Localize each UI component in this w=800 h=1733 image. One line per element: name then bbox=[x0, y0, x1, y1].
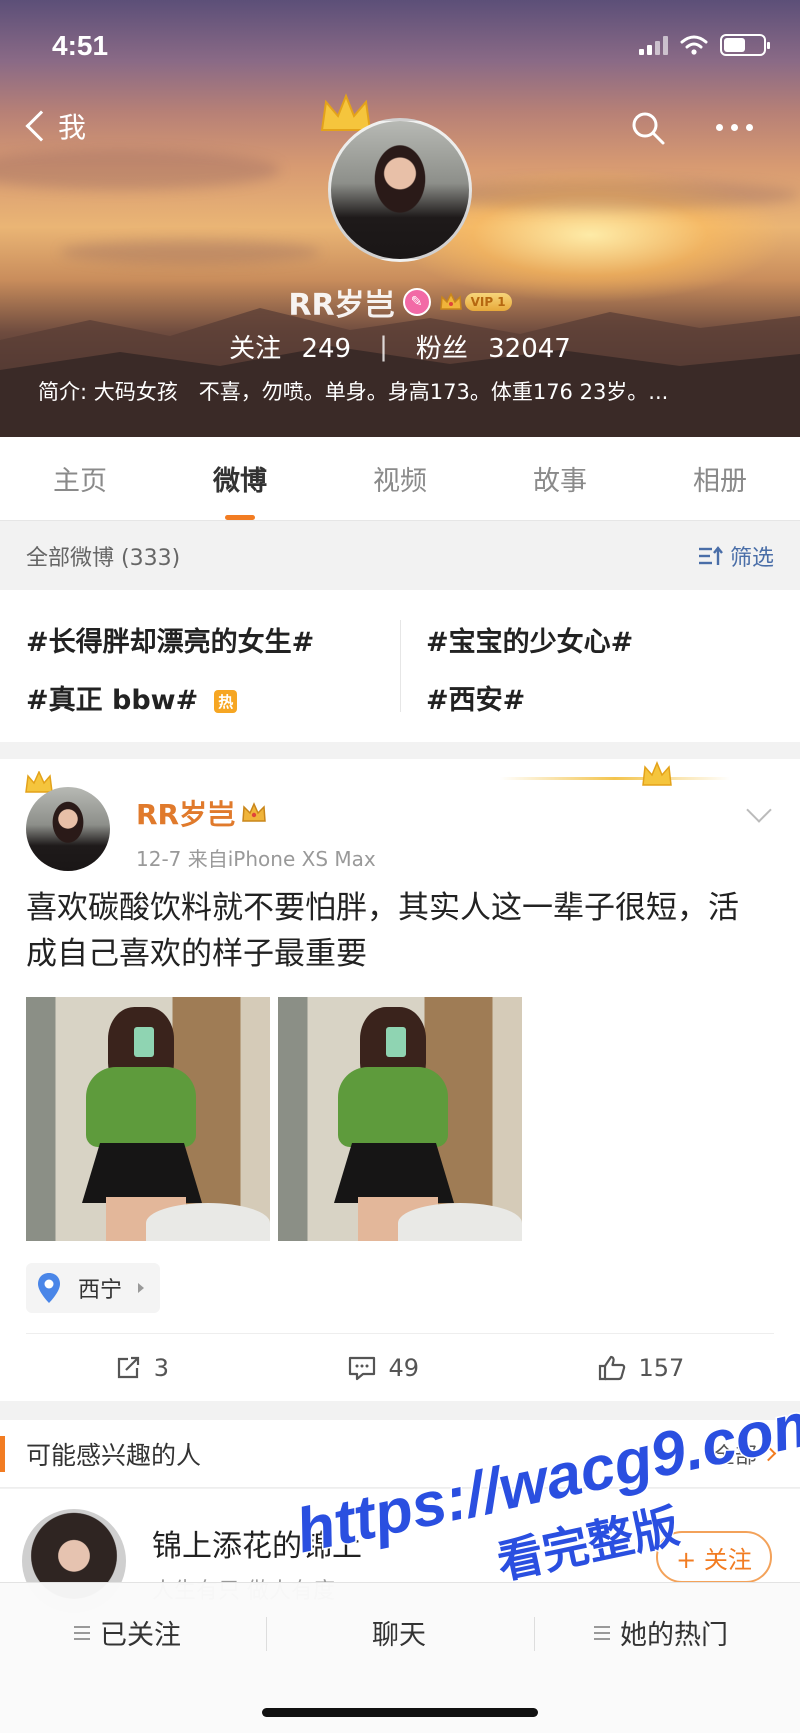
follow-button[interactable]: + 关注 bbox=[656, 1531, 772, 1583]
home-indicator[interactable] bbox=[262, 1708, 538, 1717]
post-actions: 3 49 157 bbox=[26, 1333, 774, 1401]
profile-name: RR岁岂 bbox=[288, 288, 395, 323]
vip-level: VIP 1 bbox=[464, 293, 512, 311]
bottom-divider bbox=[266, 1617, 267, 1651]
followed-button[interactable]: 已关注 bbox=[74, 1613, 181, 1652]
hot-posts-button[interactable]: 她的热门 bbox=[594, 1613, 728, 1652]
followed-label: 已关注 bbox=[100, 1620, 181, 1651]
more-icon[interactable] bbox=[716, 124, 753, 131]
profile-name-row: RR岁岂 ✎ VIP 1 bbox=[0, 280, 800, 324]
chevron-right-icon bbox=[760, 1445, 777, 1462]
signal-icon bbox=[639, 35, 668, 55]
topic-item-with-hot[interactable]: #真正 bbw# 热 bbox=[26, 678, 238, 717]
filter-label: 筛选 bbox=[729, 545, 774, 571]
topic-item[interactable]: #西安# bbox=[426, 678, 525, 717]
repost-count: 3 bbox=[153, 1353, 169, 1382]
crown-icon bbox=[642, 761, 672, 786]
recommend-header: 可能感兴趣的人 全部 bbox=[0, 1420, 800, 1488]
profile-bio[interactable]: 简介: 大码女孩 不喜，勿喷。单身。身高173。体重176 23岁。... bbox=[38, 376, 668, 406]
topic-divider bbox=[400, 620, 401, 712]
status-bar: 4:51 bbox=[0, 28, 800, 68]
comment-icon bbox=[349, 1356, 376, 1380]
repost-button[interactable]: 3 bbox=[116, 1354, 169, 1382]
search-icon[interactable] bbox=[630, 110, 666, 146]
post-meta: 12-7 来自iPhone XS Max bbox=[136, 847, 376, 871]
post-text[interactable]: 喜欢碳酸饮料就不要怕胖，其实人这一辈子很短，活成自己喜欢的样子最重要 bbox=[26, 885, 766, 977]
profile-avatar[interactable] bbox=[328, 118, 472, 262]
cloud bbox=[0, 150, 280, 190]
filter-bar: 全部微博 (333) 筛选 bbox=[0, 522, 800, 589]
follow-stats: 关注 249 | 粉丝 32047 bbox=[0, 328, 800, 365]
stat-divider: | bbox=[379, 331, 388, 362]
topic-grid: #长得胖却漂亮的女生# #宝宝的少女心# #真正 bbw# 热 #西安# bbox=[0, 590, 800, 742]
profile-avatar-wrap[interactable] bbox=[320, 93, 472, 262]
vip-card-decoration bbox=[500, 777, 730, 780]
following-label: 关注 bbox=[229, 334, 282, 364]
chat-label: 聊天 bbox=[372, 1620, 426, 1651]
location-pin-icon bbox=[38, 1273, 60, 1303]
hot-badge: 热 bbox=[214, 690, 238, 713]
cloud bbox=[60, 240, 320, 264]
followers-stat[interactable]: 粉丝 32047 bbox=[416, 328, 571, 365]
cloud bbox=[420, 180, 800, 210]
filter-button[interactable]: 筛选 bbox=[698, 540, 774, 572]
location-label: 西宁 bbox=[78, 1278, 123, 1303]
menu-icon bbox=[594, 1625, 610, 1640]
chat-button[interactable]: 聊天 bbox=[372, 1613, 426, 1652]
verified-icon: ✎ bbox=[402, 288, 431, 316]
following-count: 249 bbox=[301, 334, 352, 364]
post-author[interactable]: RR岁岂 bbox=[136, 793, 267, 833]
chevron-down-icon[interactable] bbox=[746, 797, 772, 823]
wifi-icon bbox=[680, 35, 708, 55]
battery-icon bbox=[720, 34, 770, 56]
thumbs-up-icon bbox=[599, 1355, 626, 1380]
status-icons bbox=[639, 34, 770, 56]
bottom-divider bbox=[534, 1617, 535, 1651]
vip-badge[interactable]: VIP 1 bbox=[439, 292, 512, 312]
back-button[interactable]: 我 bbox=[22, 106, 86, 146]
back-label: 我 bbox=[58, 111, 87, 144]
post-photo[interactable] bbox=[278, 997, 522, 1241]
post-photo[interactable] bbox=[26, 997, 270, 1241]
topic-item[interactable]: #长得胖却漂亮的女生# bbox=[26, 620, 314, 659]
chevron-left-icon bbox=[25, 110, 57, 142]
filter-icon bbox=[698, 545, 723, 565]
vip-crown-icon bbox=[439, 292, 462, 310]
all-posts-count: 全部微博 (333) bbox=[26, 545, 181, 571]
chevron-right-icon bbox=[138, 1283, 145, 1293]
tab-album[interactable]: 相册 bbox=[665, 459, 775, 498]
tab-weibo[interactable]: 微博 bbox=[185, 459, 295, 520]
location-tag[interactable]: 西宁 bbox=[26, 1263, 161, 1313]
menu-icon bbox=[74, 1625, 90, 1640]
like-count: 157 bbox=[638, 1353, 685, 1382]
recommend-all-button[interactable]: 全部 bbox=[712, 1438, 777, 1470]
profile-cover: 4:51 我 RR岁岂 ✎ VIP 1 关注 249 | 粉丝 32047 简介… bbox=[0, 0, 800, 437]
status-time: 4:51 bbox=[52, 30, 109, 61]
followers-label: 粉丝 bbox=[415, 334, 468, 364]
comment-count: 49 bbox=[388, 1353, 419, 1382]
topic-item[interactable]: #宝宝的少女心# bbox=[426, 620, 633, 659]
recommend-all-label: 全部 bbox=[712, 1443, 757, 1469]
following-stat[interactable]: 关注 249 bbox=[229, 328, 351, 365]
post-card: RR岁岂 12-7 来自iPhone XS Max 喜欢碳酸饮料就不要怕胖，其实… bbox=[0, 759, 800, 1401]
repost-icon bbox=[117, 1356, 139, 1378]
tab-home[interactable]: 主页 bbox=[25, 459, 135, 498]
followers-count: 32047 bbox=[488, 334, 571, 364]
profile-tabs: 主页 微博 视频 故事 相册 bbox=[0, 437, 800, 521]
recommend-title: 可能感兴趣的人 bbox=[26, 1440, 202, 1470]
like-button[interactable]: 157 bbox=[598, 1354, 684, 1382]
vip-crown-icon bbox=[242, 802, 266, 822]
topic-label: #真正 bbw# bbox=[26, 685, 199, 716]
comment-button[interactable]: 49 bbox=[348, 1354, 419, 1382]
tab-stories[interactable]: 故事 bbox=[505, 459, 615, 498]
hot-posts-label: 她的热门 bbox=[620, 1620, 728, 1651]
tab-video[interactable]: 视频 bbox=[345, 459, 455, 498]
post-author-avatar[interactable] bbox=[26, 787, 110, 871]
post-author-name: RR岁岂 bbox=[136, 798, 236, 831]
recommend-user-name[interactable]: 锦上添花的锦上 bbox=[152, 1521, 362, 1565]
